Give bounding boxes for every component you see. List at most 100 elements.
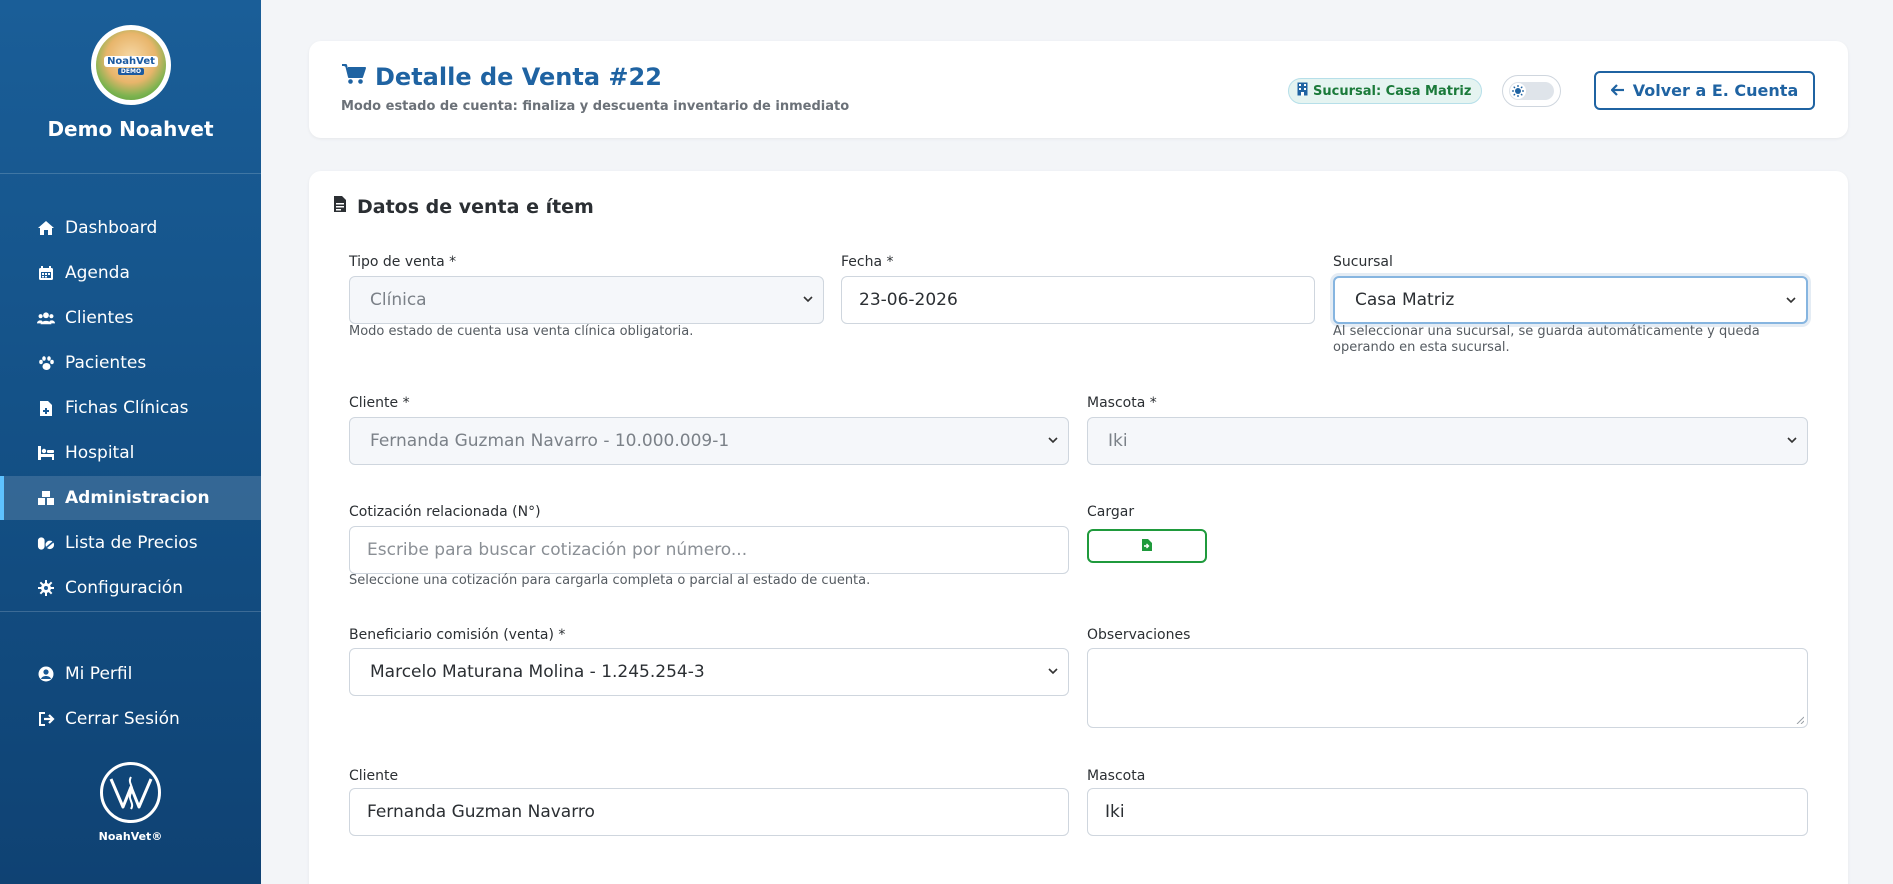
- brand-name: Demo Noahvet: [47, 117, 214, 141]
- cotizacion-label: Cotización relacionada (N°): [349, 504, 541, 520]
- sidebar-item-dashboard[interactable]: Dashboard: [0, 206, 261, 250]
- cotizacion-placeholder: Escribe para buscar cotización por númer…: [367, 540, 748, 560]
- noahvet-footer-logo: [100, 762, 161, 823]
- gear-icon: [37, 579, 55, 597]
- sucursal-value: Casa Matriz: [1355, 290, 1455, 310]
- chevron-down-icon: [1048, 668, 1058, 675]
- mascota-select-label: Mascota *: [1087, 395, 1157, 411]
- file-import-icon: [1141, 537, 1153, 556]
- calendar-icon: [37, 264, 55, 282]
- home-icon: [37, 219, 55, 237]
- cotizacion-search-input[interactable]: Escribe para buscar cotización por númer…: [349, 526, 1069, 574]
- sidebar-item-configuracion[interactable]: Configuración: [0, 566, 261, 610]
- sidebar-item-label: Clientes: [65, 308, 134, 328]
- logo-text: NoahVet: [104, 55, 158, 67]
- cliente-select[interactable]: Fernanda Guzman Navarro - 10.000.009-1: [349, 417, 1069, 465]
- sucursal-select[interactable]: Casa Matriz: [1333, 276, 1808, 324]
- sidebar-item-label: Agenda: [65, 263, 130, 283]
- page-title: Detalle de Venta #22: [341, 63, 662, 91]
- cliente-text-label: Cliente: [349, 768, 399, 784]
- sucursal-help: Al seleccionar una sucursal, se guarda a…: [1333, 324, 1760, 355]
- sidebar-item-pacientes[interactable]: Pacientes: [0, 341, 261, 385]
- observaciones-label: Observaciones: [1087, 627, 1191, 643]
- back-button-label: Volver a E. Cuenta: [1632, 81, 1799, 100]
- sidebar-item-mi-perfil[interactable]: Mi Perfil: [0, 652, 261, 696]
- mascota-name-value: Iki: [1105, 802, 1125, 822]
- sidebar-item-agenda[interactable]: Agenda: [0, 251, 261, 295]
- branch-badge-text: Sucursal: Casa Matriz: [1313, 83, 1472, 99]
- clinic-logo: NoahVet DEMO: [91, 25, 171, 105]
- sidebar-item-hospital[interactable]: Hospital: [0, 431, 261, 475]
- fecha-input[interactable]: 23-06-2026: [841, 276, 1315, 324]
- sidebar-item-clientes[interactable]: Clientes: [0, 296, 261, 340]
- chevron-down-icon: [1786, 297, 1796, 304]
- branch-badge: Sucursal: Casa Matriz: [1288, 78, 1483, 104]
- page-title-text: Detalle de Venta #22: [375, 63, 662, 91]
- fecha-value: 23-06-2026: [859, 290, 958, 310]
- sidebar-item-label: Pacientes: [65, 353, 147, 373]
- theme-toggle[interactable]: [1502, 75, 1561, 107]
- load-quote-button[interactable]: [1087, 529, 1207, 563]
- tipo-venta-select[interactable]: Clínica: [349, 276, 824, 324]
- file-invoice-icon: [333, 195, 347, 218]
- footer-text: NoahVet®: [98, 830, 163, 843]
- sidebar-item-label: Fichas Clínicas: [65, 398, 189, 418]
- users-icon: [37, 309, 55, 327]
- tipo-venta-label: Tipo de venta *: [349, 254, 457, 270]
- cliente-select-value: Fernanda Guzman Navarro - 10.000.009-1: [370, 431, 730, 451]
- sidebar-item-cerrar-sesion[interactable]: Cerrar Sesión: [0, 697, 261, 741]
- sale-form-card: Datos de venta e ítem Tipo de venta * Cl…: [309, 171, 1848, 884]
- back-to-account-button[interactable]: Volver a E. Cuenta: [1594, 71, 1815, 110]
- beneficiario-label: Beneficiario comisión (venta) *: [349, 627, 566, 643]
- sidebar-item-label: Configuración: [65, 578, 183, 598]
- file-medical-icon: [37, 399, 55, 417]
- tipo-venta-value: Clínica: [370, 290, 427, 310]
- sidebar-item-label: Administracion: [65, 488, 210, 508]
- header-card: Detalle de Venta #22 Modo estado de cuen…: [309, 41, 1848, 138]
- arrow-left-icon: [1610, 81, 1625, 100]
- paw-icon: [37, 354, 55, 372]
- sidebar-item-label: Hospital: [65, 443, 135, 463]
- sidebar-divider: [0, 611, 261, 612]
- pills-icon: [37, 534, 55, 552]
- chevron-down-icon: [1787, 437, 1797, 444]
- cotizacion-help: Seleccione una cotización para cargarla …: [349, 573, 871, 588]
- mascota-text-label: Mascota: [1087, 768, 1146, 784]
- logout-icon: [37, 710, 55, 728]
- chevron-down-icon: [1048, 437, 1058, 444]
- cliente-name-value: Fernanda Guzman Navarro: [367, 802, 595, 822]
- sidebar-item-fichas-clinicas[interactable]: Fichas Clínicas: [0, 386, 261, 430]
- boxes-icon: [37, 489, 55, 507]
- cart-icon: [341, 63, 367, 91]
- mascota-select-value: Iki: [1108, 431, 1128, 451]
- sidebar-item-label: Lista de Precios: [65, 533, 198, 553]
- toggle-knob: [1510, 83, 1526, 99]
- page-subtitle: Modo estado de cuenta: finaliza y descue…: [341, 99, 850, 114]
- cargar-label: Cargar: [1087, 504, 1135, 520]
- section-title: Datos de venta e ítem: [333, 195, 594, 218]
- sidebar-item-lista-precios[interactable]: Lista de Precios: [0, 521, 261, 565]
- sidebar-divider: [0, 173, 261, 174]
- resize-handle-icon: [1796, 716, 1804, 724]
- logo-sub: DEMO: [117, 67, 145, 75]
- mascota-select[interactable]: Iki: [1087, 417, 1808, 465]
- cliente-select-label: Cliente *: [349, 395, 410, 411]
- sidebar-item-administracion[interactable]: Administracion: [0, 476, 261, 520]
- sidebar-item-label: Mi Perfil: [65, 664, 133, 684]
- observaciones-textarea[interactable]: [1087, 648, 1808, 728]
- hospital-icon: [37, 444, 55, 462]
- section-title-text: Datos de venta e ítem: [357, 195, 594, 218]
- beneficiario-value: Marcelo Maturana Molina - 1.245.254-3: [370, 662, 705, 682]
- cliente-name-input[interactable]: Fernanda Guzman Navarro: [349, 788, 1069, 836]
- mascota-name-input[interactable]: Iki: [1087, 788, 1808, 836]
- sidebar-item-label: Dashboard: [65, 218, 158, 238]
- chevron-down-icon: [803, 296, 813, 303]
- sidebar: NoahVet DEMO Demo Noahvet Dashboard Agen…: [0, 0, 261, 884]
- beneficiario-select[interactable]: Marcelo Maturana Molina - 1.245.254-3: [349, 648, 1069, 696]
- sun-icon: [1512, 82, 1524, 101]
- user-circle-icon: [37, 665, 55, 683]
- tipo-venta-help: Modo estado de cuenta usa venta clínica …: [349, 324, 694, 339]
- building-icon: [1297, 82, 1308, 100]
- sidebar-item-label: Cerrar Sesión: [65, 709, 180, 729]
- fecha-label: Fecha *: [841, 254, 894, 270]
